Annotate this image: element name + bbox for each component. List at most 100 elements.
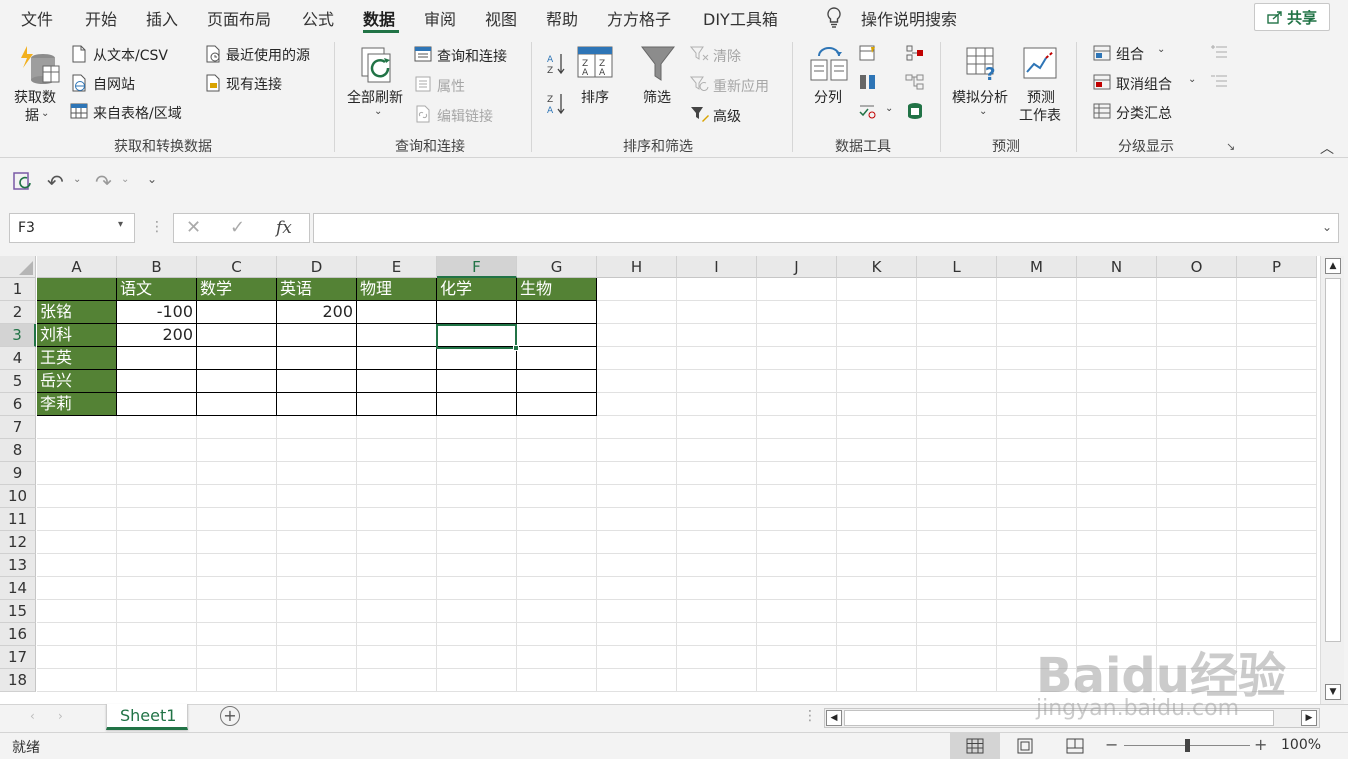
cell-e17[interactable] [357, 646, 437, 669]
cell-m6[interactable] [997, 393, 1077, 416]
cell-i16[interactable] [677, 623, 757, 646]
cell-f12[interactable] [437, 531, 517, 554]
fill-handle[interactable] [513, 345, 519, 351]
cell-h1[interactable] [597, 278, 677, 301]
cell-f10[interactable] [437, 485, 517, 508]
cell-o14[interactable] [1157, 577, 1237, 600]
cell-b6[interactable] [117, 393, 197, 416]
cell-m3[interactable] [997, 324, 1077, 347]
cell-c12[interactable] [197, 531, 277, 554]
cell-g6[interactable] [517, 393, 597, 416]
cell-m10[interactable] [997, 485, 1077, 508]
cell-h17[interactable] [597, 646, 677, 669]
cell-b1[interactable]: 语文 [117, 278, 197, 301]
cell-d14[interactable] [277, 577, 357, 600]
cell-f15[interactable] [437, 600, 517, 623]
cell-m8[interactable] [997, 439, 1077, 462]
cell-c18[interactable] [197, 669, 277, 692]
cell-k13[interactable] [837, 554, 917, 577]
cell-k6[interactable] [837, 393, 917, 416]
cell-a2[interactable]: 张铭 [37, 301, 117, 324]
column-header-n[interactable]: N [1077, 256, 1157, 278]
row-header-5[interactable]: 5 [0, 370, 36, 393]
cell-j9[interactable] [757, 462, 837, 485]
cell-p2[interactable] [1237, 301, 1317, 324]
enter-icon[interactable]: ✓ [230, 217, 245, 238]
cell-k3[interactable] [837, 324, 917, 347]
tab-data[interactable]: 数据 [363, 6, 395, 30]
add-sheet-icon[interactable]: + [220, 706, 240, 726]
cell-g16[interactable] [517, 623, 597, 646]
column-header-f[interactable]: F [437, 256, 517, 278]
cell-i1[interactable] [677, 278, 757, 301]
cell-a5[interactable]: 岳兴 [37, 370, 117, 393]
cell-b13[interactable] [117, 554, 197, 577]
cell-n13[interactable] [1077, 554, 1157, 577]
cell-f11[interactable] [437, 508, 517, 531]
cell-g9[interactable] [517, 462, 597, 485]
cell-c11[interactable] [197, 508, 277, 531]
cell-i17[interactable] [677, 646, 757, 669]
cell-c4[interactable] [197, 347, 277, 370]
cell-c6[interactable] [197, 393, 277, 416]
show-detail-icon[interactable] [1210, 44, 1228, 64]
scroll-left-icon[interactable]: ◀ [826, 710, 842, 726]
get-data-label[interactable]: 获取数 [14, 87, 56, 107]
cell-n2[interactable] [1077, 301, 1157, 324]
cell-k2[interactable] [837, 301, 917, 324]
from-table-range-button[interactable]: 来自表格/区域 [93, 103, 182, 123]
cell-g5[interactable] [517, 370, 597, 393]
cell-p9[interactable] [1237, 462, 1317, 485]
vertical-scrollbar[interactable]: ▲ ▼ [1320, 256, 1344, 704]
cell-i9[interactable] [677, 462, 757, 485]
autosave-icon[interactable] [12, 171, 34, 195]
cell-g7[interactable] [517, 416, 597, 439]
cell-j7[interactable] [757, 416, 837, 439]
cell-o8[interactable] [1157, 439, 1237, 462]
cell-i11[interactable] [677, 508, 757, 531]
customize-qat-icon[interactable]: ⌄ [147, 172, 157, 186]
cell-c14[interactable] [197, 577, 277, 600]
cell-l1[interactable] [917, 278, 997, 301]
cell-i6[interactable] [677, 393, 757, 416]
cell-d7[interactable] [277, 416, 357, 439]
reapply-button[interactable]: 重新应用 [713, 76, 769, 96]
cell-m9[interactable] [997, 462, 1077, 485]
cell-h5[interactable] [597, 370, 677, 393]
cell-d13[interactable] [277, 554, 357, 577]
cell-k7[interactable] [837, 416, 917, 439]
cell-c8[interactable] [197, 439, 277, 462]
cell-h3[interactable] [597, 324, 677, 347]
sort-ascending-icon[interactable]: AZ [546, 52, 566, 80]
cell-j12[interactable] [757, 531, 837, 554]
filter-icon[interactable] [640, 44, 676, 88]
row-header-8[interactable]: 8 [0, 439, 36, 462]
cell-g1[interactable]: 生物 [517, 278, 597, 301]
cell-a9[interactable] [37, 462, 117, 485]
cell-d5[interactable] [277, 370, 357, 393]
cell-l7[interactable] [917, 416, 997, 439]
get-data-icon[interactable] [17, 44, 61, 92]
consolidate-icon[interactable] [905, 44, 925, 66]
cell-h2[interactable] [597, 301, 677, 324]
column-header-d[interactable]: D [277, 256, 357, 278]
cell-l6[interactable] [917, 393, 997, 416]
cell-c9[interactable] [197, 462, 277, 485]
cell-k5[interactable] [837, 370, 917, 393]
insert-function-icon[interactable]: fx [276, 218, 292, 238]
cell-b10[interactable] [117, 485, 197, 508]
cell-g4[interactable] [517, 347, 597, 370]
cell-n1[interactable] [1077, 278, 1157, 301]
cell-d6[interactable] [277, 393, 357, 416]
cell-i8[interactable] [677, 439, 757, 462]
cell-g3[interactable] [517, 324, 597, 347]
row-header-2[interactable]: 2 [0, 301, 36, 324]
flash-fill-icon[interactable] [858, 44, 878, 66]
cell-e8[interactable] [357, 439, 437, 462]
edit-links-button[interactable]: 编辑链接 [437, 106, 493, 126]
tab-fangfang[interactable]: 方方格子 [607, 6, 671, 30]
cell-g18[interactable] [517, 669, 597, 692]
cell-b18[interactable] [117, 669, 197, 692]
formula-input[interactable]: ⌄ [313, 213, 1339, 243]
cell-h13[interactable] [597, 554, 677, 577]
